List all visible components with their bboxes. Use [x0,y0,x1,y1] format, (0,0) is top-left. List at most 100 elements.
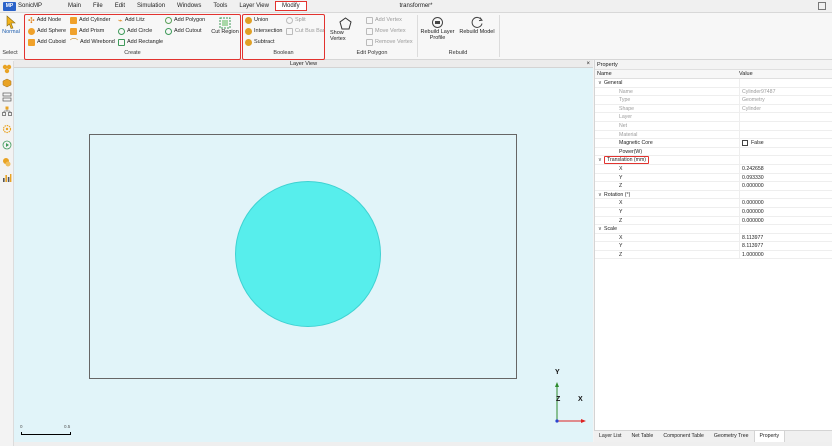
property-row[interactable]: Name Cylinder97487 [595,87,832,97]
property-value-cell[interactable] [739,156,832,164]
property-row[interactable]: Y 0.000000 [595,207,832,217]
settings-icon[interactable] [2,124,12,134]
menu-main[interactable]: Main [62,1,87,12]
property-category-row[interactable]: ∨ Translation (mm) [595,156,832,165]
menu-layer-view[interactable]: Layer View [233,1,275,12]
menu-edit[interactable]: Edit [109,1,131,12]
restore-window-button[interactable] [818,2,826,10]
cylinder-shape[interactable] [235,181,381,327]
tab-geometry-tree[interactable]: Geometry Tree [709,431,754,442]
normal-label: Normal [2,29,20,35]
add-circle-button[interactable]: Add Circle [118,27,152,35]
bar-chart-icon[interactable] [2,173,12,183]
property-name: Power(W) [619,148,643,155]
tab-net-table[interactable]: Net Table [627,431,659,442]
rebuild-model-button[interactable]: Rebuild Model [458,16,496,35]
add-vertex-button[interactable]: Add Vertex [366,16,402,24]
add-cutout-button[interactable]: Add Cutout [165,27,202,35]
rebuild-layer-profile-button[interactable]: Rebuild Layer Profile [419,16,456,41]
property-value: 0.000000 [742,200,764,207]
menu-windows[interactable]: Windows [171,1,207,12]
results-icon[interactable] [2,157,12,167]
property-category-row[interactable]: ∨ Rotation (°) [595,190,832,200]
property-row[interactable]: Power(W) [595,147,832,157]
rebuild-layer-profile-icon [432,17,443,28]
property-name-cell: X [595,199,739,207]
cut-bus-bar-button[interactable]: Cut Bus Bar [286,27,325,35]
show-vertex-button[interactable]: Show Vertex [330,17,360,42]
property-row[interactable]: Z 0.000000 [595,216,832,226]
move-vertex-button[interactable]: Move Vertex [366,27,406,35]
tab-property[interactable]: Property [753,431,786,442]
subtract-icon [245,38,252,46]
property-value-cell[interactable]: 0.242658 [739,164,832,173]
property-value-cell[interactable]: 8.113977 [739,233,832,242]
cutout-icon [165,27,172,35]
components-icon[interactable] [2,64,12,74]
tab-layer-list[interactable]: Layer List [594,431,627,442]
cut-region-button[interactable]: Cut Region [210,17,240,35]
property-value-cell[interactable] [739,147,832,156]
add-sphere-button[interactable]: Add Sphere [28,27,66,35]
property-value-cell[interactable]: 0.000000 [739,199,832,207]
property-value-cell[interactable]: 0.000000 [739,216,832,225]
add-rectangle-button[interactable]: Add Rectangle [118,38,163,46]
property-row[interactable]: Material [595,130,832,140]
property-name-cell: Material [595,131,739,139]
add-node-button[interactable]: ✣ Add Node [28,16,61,24]
property-value-cell[interactable] [739,79,832,87]
property-row[interactable]: Net [595,121,832,131]
cube-icon[interactable] [2,78,12,88]
property-category-row[interactable]: ∨ Scale [595,225,832,234]
normal-select-button[interactable]: Normal [2,15,20,35]
property-value-cell[interactable] [739,190,832,199]
layer-view-canvas[interactable]: Y Z X 0 0.5 [14,68,593,442]
split-button[interactable]: Split [286,16,306,24]
menu-file[interactable]: File [87,1,109,12]
add-prism-button[interactable]: Add Prism [70,27,104,35]
subtract-button[interactable]: Subtract [245,38,274,46]
union-button[interactable]: Union [245,16,268,24]
property-row[interactable]: X 0.000000 [595,199,832,208]
property-category-row[interactable]: ∨ General [595,79,832,88]
property-value-cell[interactable]: 0.000000 [739,182,832,190]
property-row[interactable]: Layer [595,113,832,122]
add-cylinder-button[interactable]: Add Cylinder [70,16,111,24]
run-icon[interactable] [2,140,12,150]
tab-component-table[interactable]: Component Table [658,431,709,442]
show-vertex-icon [338,17,352,30]
property-name-cell: Net [595,122,739,130]
property-value-cell[interactable]: 1.000000 [739,250,832,259]
menu-bar: MP SonicMP Main File Edit Simulation Win… [0,0,832,13]
property-value-cell[interactable]: False [739,139,832,147]
add-cuboid-button[interactable]: Add Cuboid [28,38,66,46]
property-row[interactable]: Magnetic Core False [595,139,832,148]
add-vertex-label: Add Vertex [375,17,402,23]
add-litz-button[interactable]: ⌁ Add Litz [118,16,145,24]
checkbox[interactable] [742,139,748,146]
property-row[interactable]: Z 1.000000 [595,250,832,260]
property-row[interactable]: X 8.113977 [595,233,832,243]
property-value-cell[interactable] [739,225,832,233]
property-row[interactable]: Y 0.093330 [595,173,832,183]
layers-icon[interactable] [2,92,12,102]
menu-modify[interactable]: Modify [274,1,307,11]
hierarchy-icon[interactable] [2,106,12,116]
property-row[interactable]: Shape Cylinder [595,104,832,114]
menu-tools[interactable]: Tools [207,1,233,12]
property-row[interactable]: Type Geometry [595,96,832,105]
property-row[interactable]: Y 8.113977 [595,242,832,251]
close-icon[interactable]: × [586,60,590,68]
property-row[interactable]: Z 0.000000 [595,182,832,191]
add-polygon-button[interactable]: Add Polygon [165,16,205,24]
menu-simulation[interactable]: Simulation [131,1,171,12]
remove-vertex-button[interactable]: Remove Vertex [366,38,413,46]
add-cuboid-label: Add Cuboid [37,39,66,45]
add-wirebond-button[interactable]: ⌒ Add Wirebond [70,38,115,46]
intersection-button[interactable]: Intersection [245,27,282,35]
property-value-cell[interactable]: 0.000000 [739,207,832,216]
property-value-cell[interactable]: 0.093330 [739,173,832,182]
property-name-cell: ∨ Translation (mm) [595,156,739,165]
property-row[interactable]: X 0.242658 [595,164,832,174]
property-value-cell[interactable]: 8.113977 [739,242,832,250]
